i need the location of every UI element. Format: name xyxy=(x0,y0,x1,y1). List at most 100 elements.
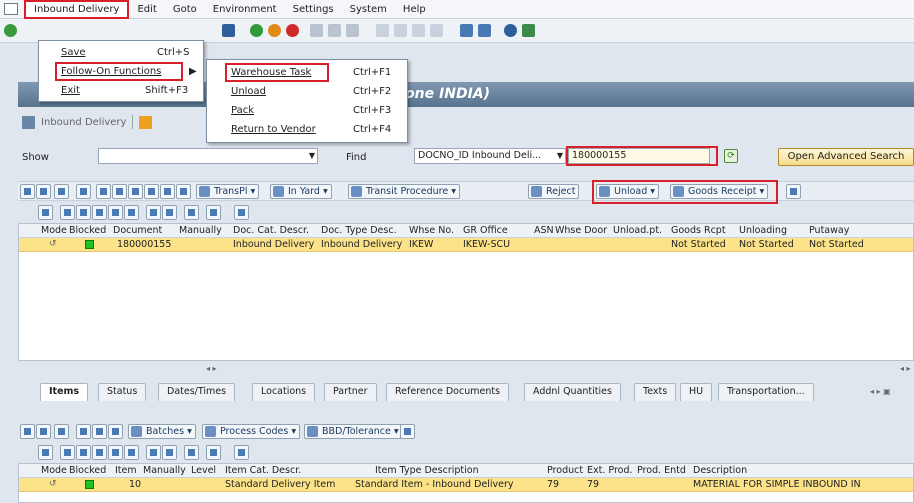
horizontal-scrollbar-right[interactable]: ◂ ▸ xyxy=(900,364,911,373)
col-asn[interactable]: ASN xyxy=(534,225,554,236)
col-ext-prod[interactable]: Ext. Prod. xyxy=(587,465,633,476)
last-page-icon[interactable] xyxy=(430,24,443,37)
items-export-button[interactable] xyxy=(234,445,249,460)
prev-page-icon[interactable] xyxy=(394,24,407,37)
filter-button[interactable] xyxy=(124,205,139,220)
cancel-icon[interactable] xyxy=(286,24,299,37)
print-icon[interactable] xyxy=(310,24,323,37)
col-unload-pt[interactable]: Unload.pt. xyxy=(613,225,662,236)
transpl-button[interactable]: TransPl ▾ xyxy=(196,184,260,199)
items-sum-button[interactable] xyxy=(146,445,161,460)
find-next-button[interactable] xyxy=(108,205,123,220)
find-field-select[interactable]: DOCNO_ID Inbound Deli... ▼ xyxy=(414,148,566,164)
document-icon[interactable] xyxy=(22,115,35,129)
col-manually[interactable]: Manually xyxy=(179,225,222,236)
batches-button[interactable]: Batches ▾ xyxy=(128,424,196,439)
items-details-button[interactable] xyxy=(54,424,69,439)
copy-button[interactable] xyxy=(112,184,127,199)
col-doc-cat[interactable]: Doc. Cat. Descr. xyxy=(233,225,309,236)
items-print-button[interactable] xyxy=(184,445,199,460)
menu-system[interactable]: System xyxy=(342,0,395,19)
details-button[interactable] xyxy=(54,184,69,199)
col-blocked[interactable]: Blocked xyxy=(69,225,106,236)
save-icon[interactable] xyxy=(222,24,235,37)
exit-icon[interactable] xyxy=(268,24,281,37)
col-description[interactable]: Description xyxy=(693,465,747,476)
tab-transportation[interactable]: Transportation... xyxy=(718,383,814,401)
transit-procedure-button[interactable]: Transit Procedure ▾ xyxy=(348,184,461,199)
items-more-button[interactable] xyxy=(400,424,415,439)
col-putaway[interactable]: Putaway xyxy=(809,225,849,236)
collapse-up-button[interactable] xyxy=(20,184,35,199)
menu-inbound-delivery[interactable]: Inbound Delivery xyxy=(24,0,130,19)
col-goods-rcpt[interactable]: Goods Rcpt xyxy=(671,225,726,236)
more-button[interactable] xyxy=(786,184,801,199)
sort-desc-button[interactable] xyxy=(76,205,91,220)
items-sort-desc-button[interactable] xyxy=(76,445,91,460)
layout-button[interactable] xyxy=(206,205,221,220)
print-preview-button[interactable] xyxy=(184,205,199,220)
refresh-button[interactable] xyxy=(144,184,159,199)
find-icon[interactable] xyxy=(328,24,341,37)
col-mode[interactable]: Mode xyxy=(41,225,67,236)
col-unloading[interactable]: Unloading xyxy=(739,225,787,236)
items-split-button[interactable] xyxy=(108,424,123,439)
process-codes-button[interactable]: Process Codes ▾ xyxy=(202,424,301,439)
col-gr-office[interactable]: GR Office xyxy=(463,225,508,236)
inbound-delivery-button[interactable]: Inbound Delivery xyxy=(41,117,126,128)
shortcut-icon[interactable] xyxy=(478,24,491,37)
items-filter-button[interactable] xyxy=(124,445,139,460)
tab-reference-documents[interactable]: Reference Documents xyxy=(386,383,510,401)
open-advanced-search-button[interactable]: Open Advanced Search xyxy=(778,148,914,166)
col-product[interactable]: Product xyxy=(547,465,583,476)
subtotal-button[interactable] xyxy=(162,205,177,220)
search-go-icon[interactable]: ⟳ xyxy=(724,149,738,163)
menu-goto[interactable]: Goto xyxy=(165,0,205,19)
enter-icon[interactable] xyxy=(4,24,17,37)
create-button[interactable] xyxy=(76,184,91,199)
col-prod-entd[interactable]: Prod. Entd xyxy=(637,465,686,476)
items-delete-button[interactable] xyxy=(92,424,107,439)
menu-item-unload[interactable]: Unload Ctrl+F2 xyxy=(207,83,409,100)
tab-texts[interactable]: Texts xyxy=(634,383,677,401)
col-item[interactable]: Item xyxy=(115,465,137,476)
find-button[interactable] xyxy=(92,205,107,220)
tab-locations[interactable]: Locations xyxy=(252,383,316,401)
tab-scroll-buttons[interactable]: ◂ ▸ ▣ xyxy=(870,387,891,396)
menu-help[interactable]: Help xyxy=(395,0,434,19)
first-page-icon[interactable] xyxy=(376,24,389,37)
menu-item-return-to-vendor[interactable]: Return to Vendor Ctrl+F4 xyxy=(207,121,409,138)
items-sort-asc-button[interactable] xyxy=(60,445,75,460)
menu-item-save[interactable]: Save Ctrl+S xyxy=(39,44,205,61)
help-icon[interactable] xyxy=(504,24,517,37)
col-doc-type[interactable]: Doc. Type Desc. xyxy=(321,225,397,236)
col-item-type[interactable]: Item Type Description xyxy=(375,465,479,476)
flag-icon[interactable] xyxy=(139,115,153,129)
items-expand-button[interactable] xyxy=(36,424,51,439)
menu-item-exit[interactable]: Exit Shift+F3 xyxy=(39,82,205,99)
col-mode[interactable]: Mode xyxy=(41,465,67,476)
items-layout-button[interactable] xyxy=(206,445,221,460)
tab-dates-times[interactable]: Dates/Times xyxy=(158,383,236,401)
back-icon[interactable] xyxy=(250,24,263,37)
col-blocked[interactable]: Blocked xyxy=(69,465,106,476)
col-document[interactable]: Document xyxy=(113,225,162,236)
find-next-icon[interactable] xyxy=(346,24,359,37)
tab-hu[interactable]: HU xyxy=(680,383,713,401)
tab-items[interactable]: Items xyxy=(40,383,89,401)
reject-button[interactable]: Reject xyxy=(528,184,580,199)
items-find-button[interactable] xyxy=(92,445,107,460)
items-zoom-button[interactable] xyxy=(38,445,53,460)
menu-edit[interactable]: Edit xyxy=(129,0,164,19)
table-row[interactable]: ↺ 180000155 Inbound Delivery Inbound Del… xyxy=(19,238,913,252)
items-create-button[interactable] xyxy=(76,424,91,439)
check-button[interactable] xyxy=(160,184,175,199)
col-level[interactable]: Level xyxy=(191,465,216,476)
table-row[interactable]: ↺ 10 Standard Delivery Item Standard Ite… xyxy=(19,478,913,492)
tab-status[interactable]: Status xyxy=(98,383,147,401)
horizontal-scrollbar[interactable]: ◂ ▸ xyxy=(206,364,217,373)
items-subtotal-button[interactable] xyxy=(162,445,177,460)
save-doc-button[interactable] xyxy=(176,184,191,199)
next-page-icon[interactable] xyxy=(412,24,425,37)
tab-addnl-quantities[interactable]: Addnl Quantities xyxy=(524,383,621,401)
